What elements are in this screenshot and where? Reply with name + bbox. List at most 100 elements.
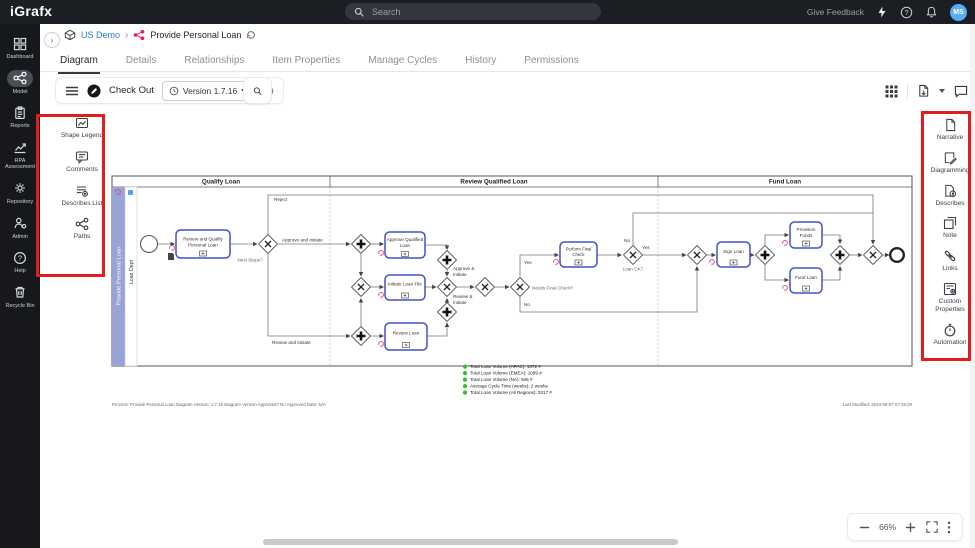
svg-text:Needs Final Check?: Needs Final Check?	[532, 286, 574, 291]
diagram-footer-left: Process: Provide Personal Loan Diagram V…	[112, 402, 326, 407]
bpmn-diagram-canvas[interactable]: Qualify Loan Review Qualified Loan Fund …	[104, 170, 920, 410]
svg-text:Yes: Yes	[642, 245, 650, 250]
sidebar-item-recycle-bin[interactable]: Recycle Bin	[0, 280, 40, 315]
search-icon	[253, 85, 262, 97]
check-out-pencil-icon	[87, 84, 101, 98]
zoom-controls: 66%	[848, 514, 962, 540]
svg-text:Initiate Loan File: Initiate Loan File	[388, 282, 422, 287]
toolbar-divider	[907, 84, 908, 99]
repository-cube-icon	[64, 29, 76, 41]
menu-hamburger-icon[interactable]	[65, 85, 79, 97]
task-initiate-loan-file[interactable]: Initiate Loan File	[379, 275, 425, 300]
task-review-loan[interactable]: Review Loan	[379, 323, 427, 350]
svg-text:Total Loan Volume (All Regions: Total Loan Volume (All Regions): 3317 #	[470, 390, 552, 395]
svg-text:Loan OK?: Loan OK?	[623, 267, 644, 272]
check-out-button[interactable]: Check Out	[109, 85, 154, 96]
swimlane-label: Provide Personal Loan	[117, 247, 123, 306]
svg-text:Total Loan Volume (APAC): 1372: Total Loan Volume (APAC): 1372 #	[470, 364, 541, 369]
svg-text:Review Loan: Review Loan	[393, 331, 420, 336]
lightning-icon[interactable]	[877, 6, 887, 18]
svg-text:Reject: Reject	[274, 197, 288, 202]
dashboard-grid-icon	[7, 35, 33, 52]
svg-text:Initiate: Initiate	[453, 272, 467, 277]
task-approve-qualified-loan[interactable]: Approve QualifiedLoan	[379, 232, 425, 258]
phase-review-qualified-loan: Review Qualified Loan	[460, 179, 527, 186]
svg-text:Sign Loan: Sign Loan	[723, 249, 744, 254]
sidebar-item-dashboard[interactable]: Dashboard	[0, 31, 40, 66]
start-event[interactable]	[141, 236, 158, 253]
svg-text:Approve and Initiate: Approve and Initiate	[282, 238, 323, 243]
diagram-search-button[interactable]	[244, 78, 271, 103]
svg-text:Total Loan Volume (NA): 846 #: Total Loan Volume (NA): 846 #	[470, 377, 533, 382]
attached-document-icon	[168, 253, 174, 260]
end-event[interactable]	[890, 248, 904, 262]
svg-text:Approve &: Approve &	[453, 266, 474, 271]
svg-text:Review and QualifyPersonal Loa: Review and QualifyPersonal Loan	[183, 237, 223, 248]
svg-text:?: ?	[905, 9, 909, 16]
repository-gear-icon	[7, 180, 33, 197]
phase-qualify-loan: Qualify Loan	[202, 179, 240, 186]
svg-text:Yes: Yes	[524, 260, 532, 265]
top-bar: iGrafx Give Feedback ? MS	[0, 0, 975, 24]
zoom-out-button[interactable]	[859, 522, 870, 533]
notifications-bell-icon[interactable]	[926, 6, 937, 18]
tabs-divider	[40, 71, 975, 72]
main-content: › US Demo › Provide Personal Loan Diagra…	[40, 24, 975, 548]
give-feedback-link[interactable]: Give Feedback	[807, 7, 864, 17]
export-document-icon[interactable]	[917, 84, 930, 98]
diagram-toolbar-right	[885, 80, 968, 102]
search-icon	[354, 7, 364, 17]
app-sidebar: Dashboard Model Reports RPA Assessment R…	[0, 24, 40, 548]
help-icon[interactable]: ?	[900, 6, 913, 19]
sidebar-item-repository[interactable]: Repository	[0, 176, 40, 211]
svg-text:Review and Initiate: Review and Initiate	[272, 340, 311, 345]
breadcrumb-current: Provide Personal Loan	[150, 30, 241, 40]
grid-view-icon[interactable]	[885, 85, 898, 98]
more-options-kebab-icon[interactable]	[947, 521, 951, 534]
global-search[interactable]	[345, 3, 601, 20]
svg-text:Fund Loan: Fund Loan	[795, 275, 817, 280]
svg-text:No: No	[524, 302, 530, 307]
sidebar-item-help[interactable]: ? Help	[0, 245, 40, 280]
rpa-chart-icon	[7, 139, 33, 156]
breadcrumb-separator: ›	[125, 30, 128, 41]
igrafx-logo: iGrafx	[10, 3, 52, 19]
annotation-rectangle-left-panel	[36, 114, 105, 277]
reports-clipboard-icon	[7, 104, 33, 121]
task-review-and-qualify-personal-loan[interactable]: Review and QualifyPersonal Loan	[168, 230, 230, 260]
zoom-level: 66%	[879, 522, 896, 532]
collapse-panel-button[interactable]: ›	[44, 32, 60, 48]
sidebar-item-admin[interactable]: Admin	[0, 211, 40, 246]
user-avatar[interactable]: MS	[950, 4, 967, 21]
lane-info-icon	[128, 190, 133, 195]
svg-text:Review &: Review &	[453, 294, 472, 299]
svg-text:Next Steps?: Next Steps?	[237, 258, 262, 263]
horizontal-scrollbar[interactable]	[263, 539, 678, 545]
svg-text:Average Cycle Time (weeks): 2: Average Cycle Time (weeks): 2 weeks	[470, 384, 548, 389]
item-version-icon	[246, 30, 256, 40]
chevron-down-icon[interactable]	[939, 89, 945, 93]
comment-bubble-icon[interactable]	[954, 85, 968, 98]
phase-fund-loan: Fund Loan	[769, 179, 801, 186]
diagram-footer-right: Last Modified: 2024-05-07 07:26:29	[843, 402, 913, 407]
admin-user-icon	[7, 215, 33, 232]
breadcrumb-root-link[interactable]: US Demo	[81, 30, 120, 40]
zoom-in-button[interactable]	[905, 522, 916, 533]
sidebar-item-reports[interactable]: Reports	[0, 100, 40, 135]
task-perform-final-check[interactable]: Perform FinalCheck	[554, 242, 597, 267]
svg-text:Initiate: Initiate	[453, 300, 467, 305]
svg-text:?: ?	[18, 253, 22, 262]
sublane-label: Loan Dept	[129, 259, 135, 283]
model-share-icon	[7, 70, 33, 87]
search-input[interactable]	[370, 6, 592, 18]
process-share-icon	[133, 29, 145, 41]
sidebar-item-rpa-assessment[interactable]: RPA Assessment	[0, 135, 40, 176]
fit-to-screen-icon[interactable]	[926, 521, 938, 533]
help-circle-icon: ?	[7, 249, 33, 266]
sidebar-item-model[interactable]: Model	[0, 66, 40, 101]
svg-text:Total Loan Volume (EMEA): 1099: Total Loan Volume (EMEA): 1099 #	[470, 371, 542, 376]
version-dropdown[interactable]: Version 1.7.16	[162, 81, 254, 101]
annotation-rectangle-right-panel	[921, 111, 971, 361]
breadcrumb: US Demo › Provide Personal Loan	[64, 29, 256, 41]
svg-text:No: No	[624, 238, 630, 243]
